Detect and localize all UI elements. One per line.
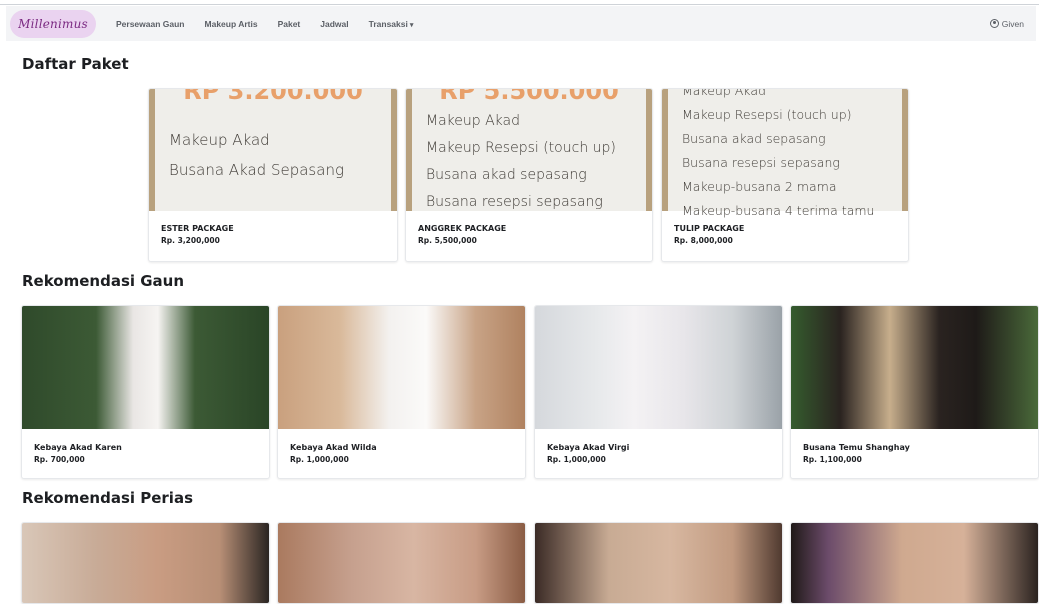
nav-link-jadwal[interactable]: Jadwal <box>310 19 358 29</box>
package-image: RP 3.200.000 Makeup Akad Busana Akad Sep… <box>149 89 397 211</box>
gown-price: Rp. 1,000,000 <box>547 455 606 464</box>
package-image: RP 5.500.000 Makeup Akad Makeup Resepsi … <box>406 89 652 211</box>
gown-name: Kebaya Akad Virgi <box>547 443 630 452</box>
package-image-line: Busana akad sepasang <box>426 167 587 183</box>
package-image-border <box>391 89 397 211</box>
package-image-line: Makeup Akad <box>169 131 270 149</box>
package-name: TULIP PACKAGE <box>674 224 745 233</box>
package-image-line: Makeup-busana 4 terima tamu <box>682 203 875 218</box>
package-image-line: Busana resepsi sepasang <box>682 155 840 170</box>
gown-price: Rp. 1,000,000 <box>290 455 349 464</box>
nav-link-paket[interactable]: Paket <box>268 19 311 29</box>
package-image-border <box>406 89 412 211</box>
package-price: Rp. 8,000,000 <box>674 236 733 245</box>
package-card-anggrek[interactable]: RP 5.500.000 Makeup Akad Makeup Resepsi … <box>405 88 653 262</box>
makeup-artist-card[interactable] <box>534 522 783 604</box>
gown-card[interactable]: Busana Temu Shanghay Rp. 1,100,000 <box>790 305 1039 479</box>
nav-links: Persewaan Gaun Makeup Artis Paket Jadwal… <box>106 19 423 29</box>
gown-card[interactable]: Kebaya Akad Virgi Rp. 1,000,000 <box>534 305 783 479</box>
makeup-artist-photo <box>278 523 525 603</box>
makeup-artist-card[interactable] <box>790 522 1039 604</box>
section-title-gaun: Rekomendasi Gaun <box>22 272 185 290</box>
package-image-line: Makeup Resepsi (touch up) <box>426 140 616 156</box>
gown-price: Rp. 1,100,000 <box>803 455 862 464</box>
user-circle-icon <box>989 19 999 28</box>
package-image-price: RP 3.200.000 <box>183 88 363 105</box>
user-menu[interactable]: Given <box>989 18 1024 29</box>
section-title-perias: Rekomendasi Perias <box>22 489 193 507</box>
nav-dropdown-transaksi[interactable]: Transaksi ▾ <box>359 19 424 29</box>
gown-photo <box>278 306 525 429</box>
section-title-paket: Daftar Paket <box>22 55 129 73</box>
gown-photo <box>791 306 1038 429</box>
gown-price: Rp. 700,000 <box>34 455 85 464</box>
gown-photo <box>535 306 782 429</box>
gown-name: Kebaya Akad Wilda <box>290 443 377 452</box>
nav-link-persewaan-gaun[interactable]: Persewaan Gaun <box>106 19 195 29</box>
package-image: Makeup Akad Makeup Resepsi (touch up) Bu… <box>662 88 908 218</box>
gown-name: Busana Temu Shanghay <box>803 443 910 452</box>
package-card-tulip[interactable]: Makeup Akad Makeup Resepsi (touch up) Bu… <box>661 88 909 262</box>
brand-logo[interactable]: Millenimus <box>10 9 96 38</box>
gown-card[interactable]: Kebaya Akad Karen Rp. 700,000 <box>21 305 270 479</box>
browser-top-edge <box>0 0 1039 5</box>
package-image-line: Makeup Resepsi (touch up) <box>682 107 852 122</box>
makeup-artist-photo <box>791 523 1038 603</box>
makeup-artist-photo <box>22 523 269 603</box>
gown-photo <box>22 306 269 429</box>
package-image-border <box>646 89 652 211</box>
gown-card[interactable]: Kebaya Akad Wilda Rp. 1,000,000 <box>277 305 526 479</box>
package-price: Rp. 3,200,000 <box>161 236 220 245</box>
nav-link-transaksi-label: Transaksi <box>368 18 408 29</box>
package-name: ANGGREK PACKAGE <box>418 224 507 233</box>
user-name: Given <box>1001 18 1024 29</box>
package-price: Rp. 5,500,000 <box>418 236 477 245</box>
chevron-down-icon: ▾ <box>409 21 414 29</box>
package-image-border <box>149 89 155 211</box>
package-image-line: Busana Akad Sepasang <box>169 161 344 179</box>
makeup-artist-card[interactable] <box>21 522 270 604</box>
package-card-ester[interactable]: RP 3.200.000 Makeup Akad Busana Akad Sep… <box>148 88 398 262</box>
makeup-artist-card[interactable] <box>277 522 526 604</box>
package-image-price: RP 5.500.000 <box>439 88 619 105</box>
nav-link-makeup-artis[interactable]: Makeup Artis <box>195 19 268 29</box>
package-image-line: Makeup Akad <box>426 113 520 129</box>
package-image-border <box>662 89 668 211</box>
package-image-line: Busana resepsi sepasang <box>426 194 603 210</box>
package-image-line: Makeup-busana 2 mama <box>682 179 837 194</box>
package-name: ESTER PACKAGE <box>161 224 234 233</box>
package-image-line: Makeup Akad <box>682 88 766 98</box>
top-navbar: Millenimus Persewaan Gaun Makeup Artis P… <box>6 6 1036 41</box>
makeup-artist-photo <box>535 523 782 603</box>
gown-name: Kebaya Akad Karen <box>34 443 122 452</box>
package-image-border <box>902 89 908 211</box>
package-image-line: Busana akad sepasang <box>682 131 826 146</box>
